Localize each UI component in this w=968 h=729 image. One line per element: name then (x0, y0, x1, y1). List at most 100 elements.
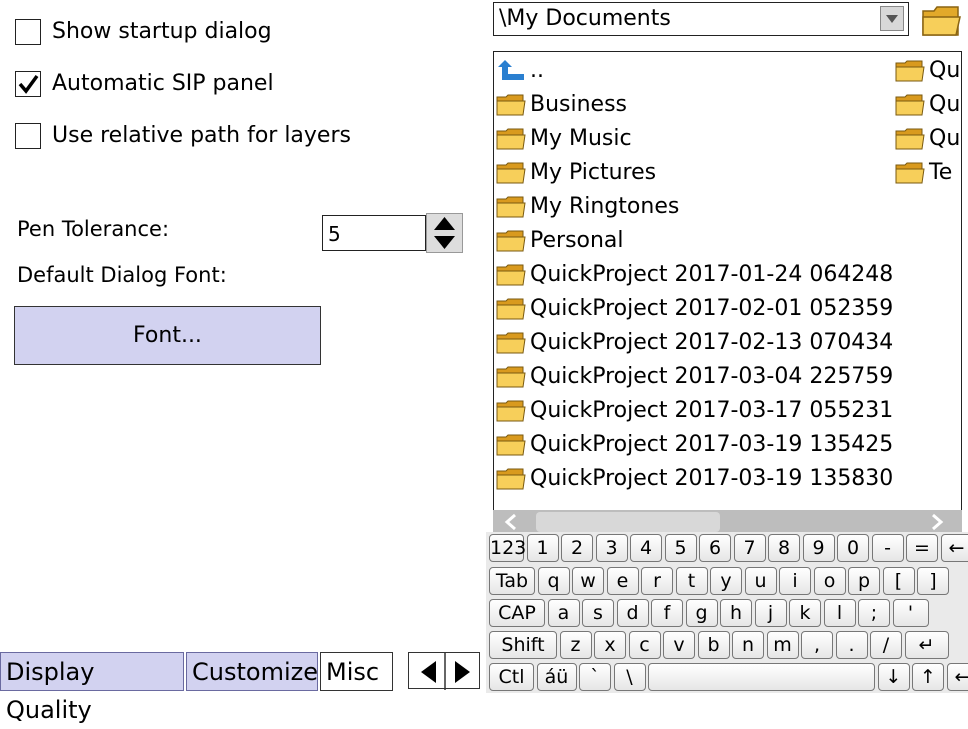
key-[interactable]: . (836, 631, 868, 659)
file-list-item-label: My Music (530, 123, 632, 155)
key-3[interactable]: 3 (596, 534, 628, 562)
key-2[interactable]: 2 (561, 534, 593, 562)
key-x[interactable]: x (594, 631, 626, 659)
key-123[interactable]: 123 (489, 534, 524, 562)
key-[interactable]: / (870, 631, 902, 659)
key-i[interactable]: i (779, 567, 811, 595)
key-p[interactable]: p (848, 567, 880, 595)
file-list-item-label: Qu (929, 55, 960, 87)
automatic-sip-panel-checkbox[interactable] (15, 71, 41, 97)
key-k[interactable]: k (789, 599, 821, 627)
key-d[interactable]: d (617, 599, 649, 627)
key-u[interactable]: u (745, 567, 777, 595)
key-b[interactable]: b (698, 631, 730, 659)
file-list-item-label: QuickProject 2017-02-13 070434 (530, 327, 893, 359)
scroll-left-icon[interactable] (499, 513, 523, 531)
key-a[interactable]: a (548, 599, 580, 627)
key-[interactable]: \ (614, 663, 646, 691)
backspace-key[interactable]: ← (941, 534, 968, 562)
key-f[interactable]: f (651, 599, 683, 627)
folder-icon (496, 332, 526, 354)
folder-icon (895, 162, 925, 184)
key-[interactable]: [ (883, 567, 915, 595)
key-8[interactable]: 8 (768, 534, 800, 562)
key-[interactable]: ; (858, 599, 890, 627)
key-v[interactable]: v (663, 631, 695, 659)
key-4[interactable]: 4 (630, 534, 662, 562)
key-j[interactable]: j (755, 599, 787, 627)
folder-icon (496, 400, 526, 422)
file-list[interactable]: ..BusinessMy MusicMy PicturesMy Ringtone… (493, 51, 962, 533)
key-n[interactable]: n (732, 631, 764, 659)
key-[interactable]: ' (893, 599, 929, 627)
file-list-scrollbar[interactable] (493, 510, 962, 534)
folder-icon (496, 298, 526, 320)
key-t[interactable]: t (676, 567, 708, 595)
key-[interactable]: - (872, 534, 904, 562)
tab-customize[interactable]: Customize (186, 652, 318, 691)
file-list-item-label: QuickProject 2017-01-24 064248 (530, 259, 893, 291)
space-key[interactable] (648, 663, 875, 691)
tab-scroll-arrows-icon[interactable] (409, 653, 481, 690)
folder-icon (496, 128, 526, 150)
pen-tolerance-input[interactable]: 5 (322, 215, 426, 251)
key-c[interactable]: c (629, 631, 661, 659)
scroll-right-icon[interactable] (925, 513, 949, 531)
automatic-sip-panel-label: Automatic SIP panel (52, 71, 274, 97)
key-[interactable]: = (906, 534, 938, 562)
path-combo[interactable]: \My Documents (493, 2, 909, 36)
spin-up-down-icon (427, 214, 462, 252)
key-[interactable]: ] (917, 567, 949, 595)
tab-display-quality[interactable]: Display Quality (0, 652, 184, 691)
pen-tolerance-spinner[interactable] (426, 213, 463, 253)
font-button[interactable]: Font... (14, 306, 321, 365)
key-h[interactable]: h (720, 599, 752, 627)
key-y[interactable]: y (710, 567, 742, 595)
file-list-item-label: Qu (929, 123, 960, 155)
key-w[interactable]: w (572, 567, 604, 595)
relative-path-layers-checkbox[interactable] (15, 123, 41, 149)
key-[interactable]: , (801, 631, 833, 659)
key-7[interactable]: 7 (734, 534, 766, 562)
folder-icon (895, 94, 925, 116)
key-9[interactable]: 9 (803, 534, 835, 562)
key-l[interactable]: l (824, 599, 856, 627)
checkmark-icon (17, 73, 39, 95)
key-s[interactable]: s (582, 599, 614, 627)
key-1[interactable]: 1 (527, 534, 559, 562)
key-cap[interactable]: CAP (489, 599, 545, 627)
chevron-down-icon[interactable] (880, 6, 904, 31)
arrow-up-key[interactable]: ↑ (912, 663, 944, 691)
key-[interactable]: ` (579, 663, 611, 691)
open-folder-icon[interactable] (920, 1, 962, 41)
key-m[interactable]: m (767, 631, 799, 659)
folder-icon (496, 94, 526, 116)
key-r[interactable]: r (641, 567, 673, 595)
key-o[interactable]: o (814, 567, 846, 595)
key-ctl[interactable]: Ctl (489, 663, 534, 691)
tab-misc[interactable]: Misc (320, 652, 393, 691)
key-z[interactable]: z (560, 631, 592, 659)
folder-icon (496, 196, 526, 218)
key-shift[interactable]: Shift (489, 631, 557, 659)
key-g[interactable]: g (686, 599, 718, 627)
scroll-thumb[interactable] (536, 512, 720, 532)
show-startup-dialog-checkbox[interactable] (15, 19, 41, 45)
folder-icon (496, 162, 526, 184)
enter-key[interactable]: ↵ (905, 631, 949, 659)
arrow-down-key[interactable]: ↓ (878, 663, 910, 691)
key-[interactable]: áü (537, 663, 577, 691)
up-folder-icon (496, 60, 526, 82)
key-0[interactable]: 0 (837, 534, 869, 562)
arrow-left-key[interactable]: ← (947, 663, 968, 691)
file-list-item-label: Personal (530, 225, 624, 257)
file-list-item-label: QuickProject 2017-02-01 052359 (530, 293, 893, 325)
pen-tolerance-label: Pen Tolerance: (17, 217, 169, 241)
key-e[interactable]: e (607, 567, 639, 595)
key-5[interactable]: 5 (665, 534, 697, 562)
relative-path-layers-label: Use relative path for layers (52, 123, 351, 149)
tab-scroll-buttons (408, 652, 480, 689)
key-q[interactable]: q (538, 567, 570, 595)
key-6[interactable]: 6 (699, 534, 731, 562)
key-tab[interactable]: Tab (489, 567, 535, 595)
